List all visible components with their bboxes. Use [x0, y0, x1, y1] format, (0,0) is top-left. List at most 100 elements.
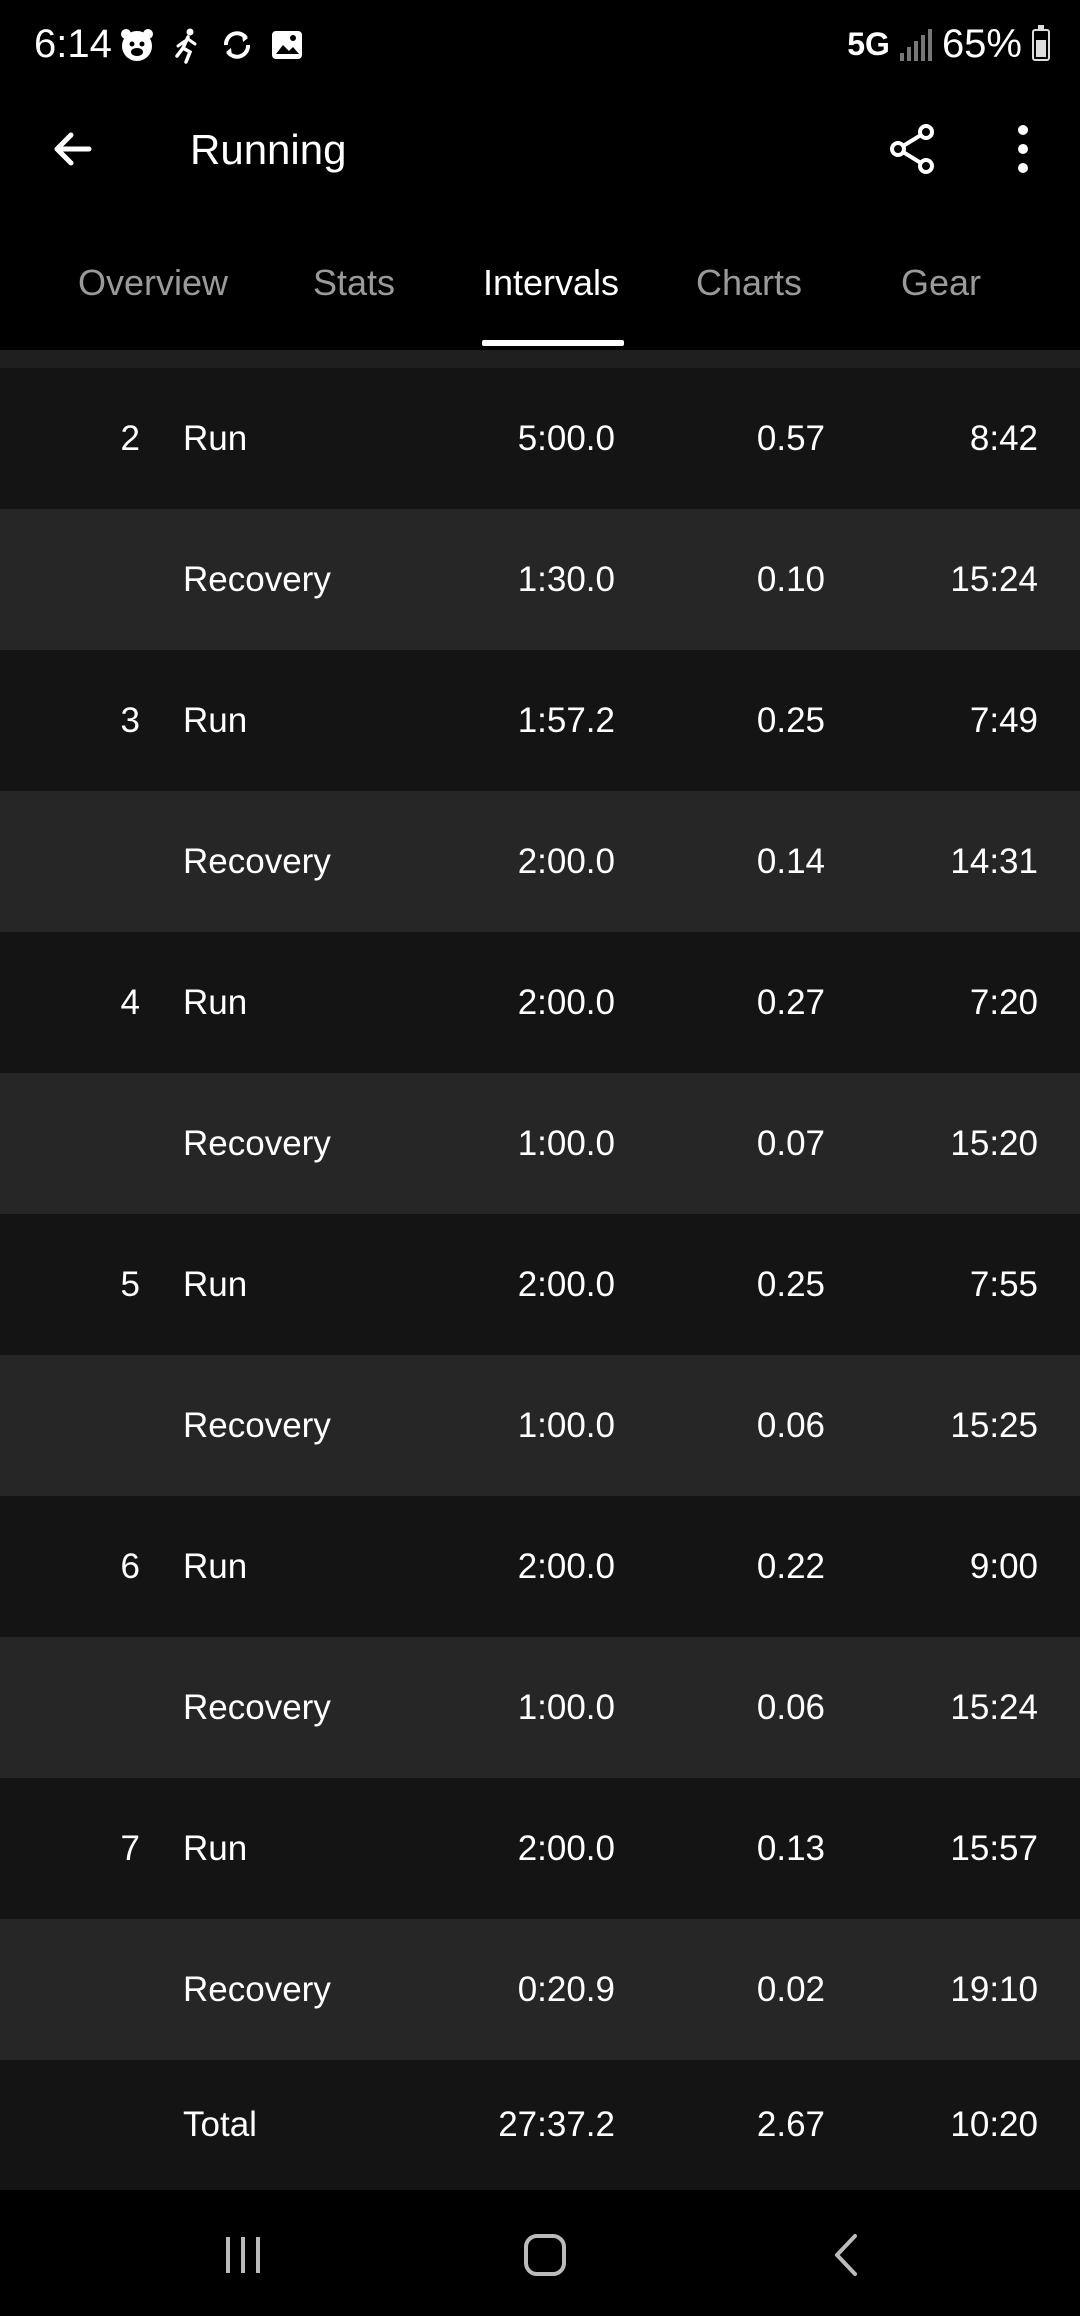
table-row[interactable]: Recovery 1:00.0 0.06 15:25: [0, 1355, 1080, 1496]
interval-pace: 7:55: [969, 1265, 1038, 1304]
battery-icon: [1032, 24, 1050, 61]
total-time: 27:37.2: [498, 2105, 615, 2144]
interval-type: Recovery: [183, 1124, 331, 1163]
total-distance: 2.67: [756, 2105, 825, 2144]
interval-type: Run: [183, 1265, 248, 1304]
table-row[interactable]: Recovery 1:00.0 0.06 15:24: [0, 1637, 1080, 1778]
interval-time: 2:00.0: [517, 983, 615, 1022]
table-row[interactable]: Recovery 1:00.0 0.07 15:20: [0, 1073, 1080, 1214]
interval-type: Run: [183, 1829, 248, 1868]
interval-time: 1:30.0: [517, 560, 615, 599]
interval-number: 6: [120, 1547, 140, 1586]
interval-pace: 7:49: [969, 701, 1038, 740]
table-row[interactable]: Recovery 0:20.9 0.02 19:10: [0, 1919, 1080, 2060]
interval-pace: 15:20: [950, 1124, 1038, 1163]
interval-pace: 15:24: [950, 560, 1038, 599]
interval-number: 4: [120, 983, 140, 1022]
nav-back-button[interactable]: [802, 2210, 892, 2300]
tab-charts[interactable]: Charts: [696, 262, 802, 350]
divider: [0, 350, 1080, 368]
interval-type: Recovery: [183, 1406, 331, 1445]
interval-type: Run: [183, 701, 248, 740]
interval-number: 7: [120, 1829, 140, 1868]
tab-active-indicator: [482, 340, 624, 346]
recents-button[interactable]: [198, 2210, 288, 2300]
interval-pace: 7:20: [969, 983, 1038, 1022]
interval-number: 2: [120, 419, 140, 458]
tab-gear[interactable]: Gear: [901, 262, 981, 350]
interval-pace: 9:00: [969, 1547, 1038, 1586]
chevron-left-icon: [835, 2234, 857, 2276]
table-row[interactable]: Recovery 2:00.0 0.14 14:31: [0, 791, 1080, 932]
interval-distance: 0.06: [756, 1688, 825, 1727]
interval-time: 1:00.0: [517, 1406, 615, 1445]
tab-bar: Overview Stats Intervals Charts Gear: [0, 240, 1080, 350]
status-right: 5G 65%: [847, 22, 1050, 67]
interval-distance: 0.06: [756, 1406, 825, 1445]
table-row[interactable]: 7 Run 2:00.0 0.13 15:57: [0, 1778, 1080, 1919]
tab-overview[interactable]: Overview: [78, 262, 228, 350]
home-icon: [524, 2234, 566, 2276]
interval-time: 2:00.0: [517, 1547, 615, 1586]
app-bar: Running: [0, 96, 1080, 204]
tab-stats[interactable]: Stats: [313, 262, 395, 350]
battery-percent: 65%: [941, 22, 1022, 66]
table-row[interactable]: Recovery 1:30.0 0.10 15:24: [0, 509, 1080, 650]
interval-time: 2:00.0: [517, 842, 615, 881]
interval-type: Run: [183, 1547, 248, 1586]
interval-type: Recovery: [183, 1688, 331, 1727]
total-pace: 10:20: [950, 2105, 1038, 2144]
total-label: Total: [183, 2105, 257, 2144]
page-title: Running: [190, 126, 347, 173]
table-row[interactable]: 2 Run 5:00.0 0.57 8:42: [0, 368, 1080, 509]
interval-distance: 0.25: [756, 701, 825, 740]
interval-type: Recovery: [183, 560, 331, 599]
interval-number: 5: [120, 1265, 140, 1304]
notification-icons: [118, 26, 306, 64]
interval-type: Recovery: [183, 1970, 331, 2009]
tab-intervals[interactable]: Intervals: [483, 262, 619, 350]
interval-pace: 19:10: [950, 1970, 1038, 2009]
more-vertical-icon: [1018, 125, 1028, 173]
interval-distance: 0.07: [756, 1124, 825, 1163]
interval-distance: 0.10: [756, 560, 825, 599]
interval-distance: 0.25: [756, 1265, 825, 1304]
system-nav-bar: [0, 2190, 1080, 2316]
interval-time: 2:00.0: [517, 1829, 615, 1868]
interval-time: 1:57.2: [517, 701, 615, 740]
interval-pace: 15:25: [950, 1406, 1038, 1445]
bear-app-icon: [118, 26, 156, 64]
interval-pace: 15:24: [950, 1688, 1038, 1727]
interval-number: 3: [120, 701, 140, 740]
interval-pace: 8:42: [969, 419, 1038, 458]
interval-type: Recovery: [183, 842, 331, 881]
table-row[interactable]: 5 Run 2:00.0 0.25 7:55: [0, 1214, 1080, 1355]
interval-distance: 0.57: [756, 419, 825, 458]
table-row[interactable]: 4 Run 2:00.0 0.27 7:20: [0, 932, 1080, 1073]
interval-pace: 14:31: [950, 842, 1038, 881]
interval-time: 1:00.0: [517, 1688, 615, 1727]
sync-icon: [218, 26, 256, 64]
home-button[interactable]: [500, 2210, 590, 2300]
back-button[interactable]: [40, 116, 106, 182]
table-row[interactable]: 6 Run 2:00.0 0.22 9:00: [0, 1496, 1080, 1637]
network-label: 5G: [847, 26, 890, 62]
interval-time: 1:00.0: [517, 1124, 615, 1163]
status-time: 6:14: [34, 22, 112, 66]
interval-pace: 15:57: [950, 1829, 1038, 1868]
gallery-icon: [268, 26, 306, 64]
share-icon: [890, 124, 934, 174]
arrow-left-icon: [54, 132, 92, 166]
recents-icon: [226, 2237, 260, 2273]
share-button[interactable]: [880, 116, 946, 182]
intervals-table: 2 Run 5:00.0 0.57 8:42 Recovery 1:30.0 0…: [0, 368, 1080, 2190]
interval-distance: 0.22: [756, 1547, 825, 1586]
table-row[interactable]: 3 Run 1:57.2 0.25 7:49: [0, 650, 1080, 791]
interval-time: 0:20.9: [517, 1970, 615, 2009]
interval-time: 2:00.0: [517, 1265, 615, 1304]
interval-distance: 0.02: [756, 1970, 825, 2009]
more-options-button[interactable]: [990, 116, 1056, 182]
interval-distance: 0.13: [756, 1829, 825, 1868]
total-row: Total 27:37.2 2.67 10:20: [0, 2060, 1080, 2190]
interval-distance: 0.14: [756, 842, 825, 881]
